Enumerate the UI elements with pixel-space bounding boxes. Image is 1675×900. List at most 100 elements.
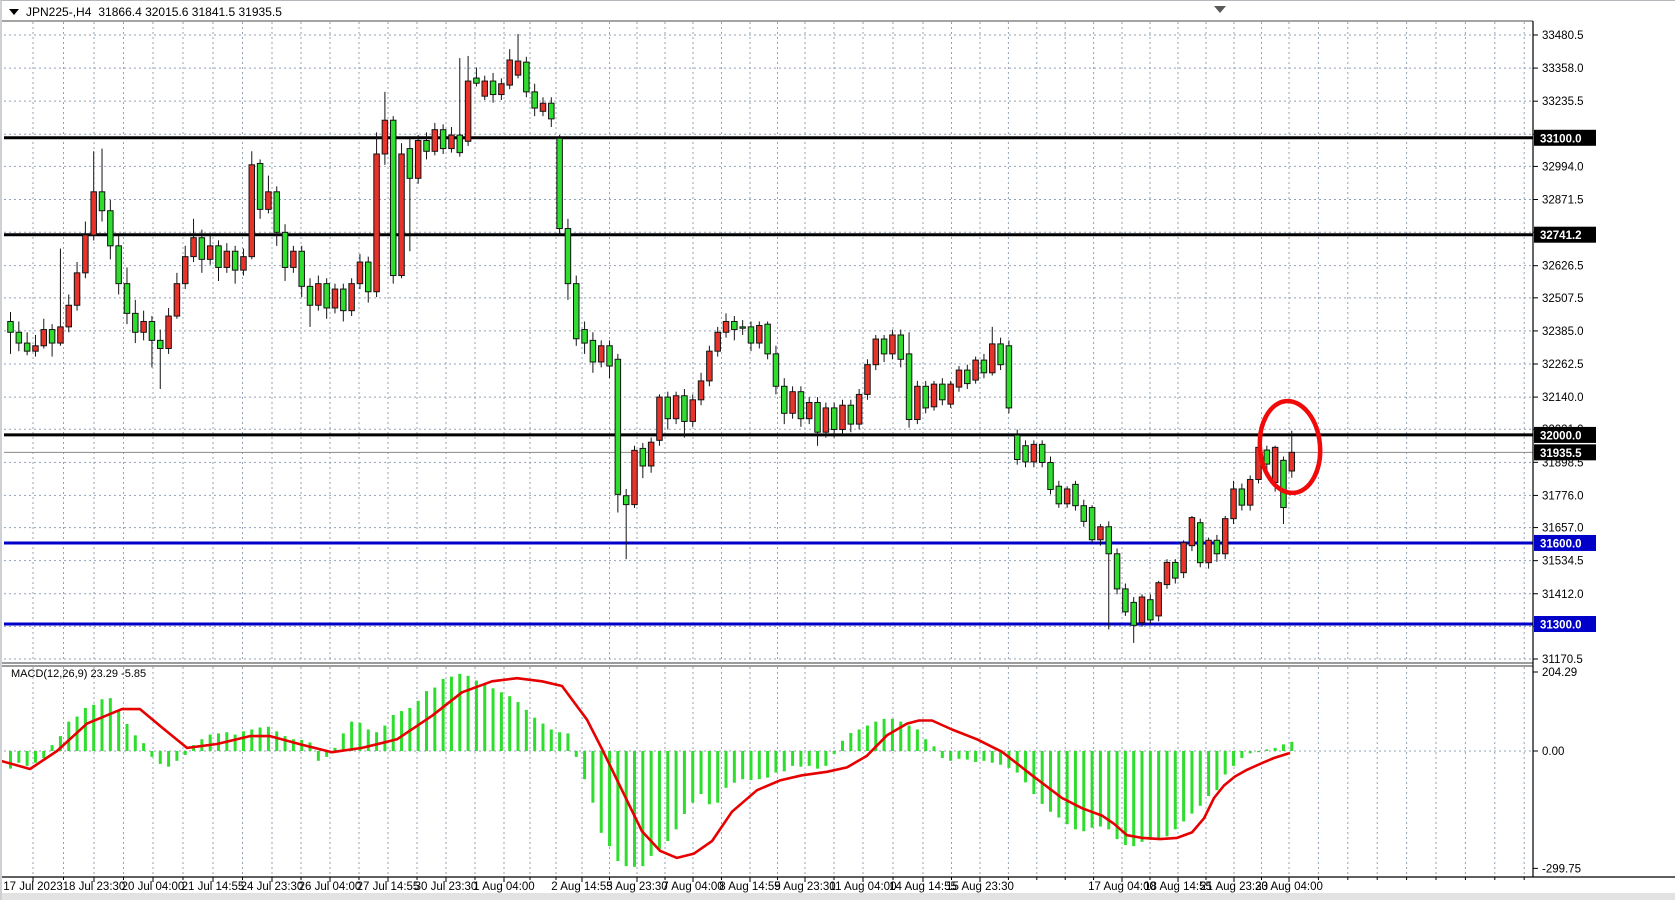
- macd-histogram-bar: [1182, 751, 1185, 821]
- candle-down: [549, 103, 555, 119]
- macd-histogram-bar: [550, 729, 553, 751]
- price-tick-label: 32507.5: [1542, 293, 1584, 305]
- macd-histogram-bar: [966, 751, 969, 760]
- candle-up: [915, 386, 921, 419]
- candle-down: [1089, 508, 1095, 540]
- macd-histogram-bar: [1249, 751, 1252, 753]
- time-axis-label: 1 Aug 04:00: [473, 881, 534, 893]
- grid: [4, 22, 1533, 876]
- candle-down: [49, 330, 55, 344]
- candle-down: [906, 354, 912, 420]
- candle-down: [815, 403, 821, 433]
- candle-down: [257, 163, 263, 209]
- candle-up: [931, 384, 937, 407]
- time-axis-label: 15 Aug 23:30: [946, 881, 1014, 893]
- candle-down: [116, 246, 122, 284]
- price-tick-label: 33235.5: [1542, 96, 1584, 108]
- candle-down: [440, 130, 446, 149]
- candle-down: [1123, 589, 1129, 612]
- annotations[interactable]: [1256, 399, 1324, 496]
- ohlc-values: 31866.4 32015.6 31841.5 31935.5: [98, 5, 282, 19]
- macd-histogram-bar: [142, 743, 145, 751]
- candle-down: [665, 397, 671, 419]
- macd-histogram-bar: [841, 741, 844, 751]
- price-tick-label: 32385.0: [1542, 326, 1584, 338]
- candle-down: [848, 405, 854, 424]
- macd-histogram-bar: [150, 751, 153, 757]
- candle-down: [981, 360, 987, 373]
- candle-down: [158, 340, 164, 348]
- candle-down: [16, 332, 22, 343]
- macd-histogram-bar: [383, 726, 386, 751]
- candle-down: [524, 62, 530, 92]
- candle-up: [249, 165, 255, 257]
- macd-histogram-bar: [84, 708, 87, 751]
- macd-histogram-bar: [566, 733, 569, 751]
- horizontal-level-lines[interactable]: [4, 138, 1533, 624]
- candle-down: [282, 232, 288, 267]
- candles[interactable]: [8, 34, 1295, 643]
- price-tick-label: 32626.5: [1542, 261, 1584, 273]
- macd-histogram-bar: [933, 746, 936, 751]
- candle-up: [58, 327, 64, 343]
- candle-down: [108, 211, 114, 246]
- time-axis-label: 18 Jul 23:30: [63, 881, 126, 893]
- macd-panel[interactable]: [2, 674, 1293, 867]
- candle-down: [490, 81, 496, 95]
- macd-histogram-bar: [517, 702, 520, 751]
- candle-down: [557, 138, 563, 228]
- candle-down: [324, 284, 330, 308]
- macd-histogram-bar: [908, 726, 911, 751]
- candle-up: [449, 135, 455, 149]
- macd-histogram-bar: [1274, 748, 1277, 751]
- macd-signal-line: [2, 678, 1289, 858]
- time-axis-label: 20 Jul 04:00: [122, 881, 185, 893]
- candle-down: [1114, 554, 1120, 589]
- macd-histogram-bar: [733, 751, 736, 783]
- candle-down: [1023, 446, 1029, 462]
- macd-histogram-bar: [866, 726, 869, 751]
- time-axis-label: 3 Aug 23:30: [606, 881, 667, 893]
- macd-histogram-bar: [849, 733, 852, 751]
- highlight-circle-annotation[interactable]: [1256, 399, 1324, 496]
- macd-histogram-bar: [1224, 751, 1227, 774]
- candle-down: [1073, 484, 1079, 505]
- candle-down: [1173, 562, 1179, 578]
- macd-histogram-bar: [209, 735, 212, 751]
- candle-up: [174, 284, 180, 316]
- candle-up: [1189, 518, 1195, 546]
- macd-histogram-bar: [683, 751, 686, 814]
- price-tick-label: 31534.5: [1542, 556, 1584, 568]
- candle-up: [291, 251, 297, 267]
- candle-up: [33, 346, 39, 351]
- macd-histogram-bar: [450, 677, 453, 751]
- macd-histogram-bar: [317, 751, 320, 761]
- candle-up: [66, 305, 72, 327]
- price-tick-label: 32994.0: [1542, 161, 1584, 173]
- chart-canvas[interactable]: 33480.533358.033235.533113.032994.032871…: [2, 1, 1675, 900]
- macd-histogram-bar: [666, 751, 669, 841]
- time-axis-label: 30 Jul 23:30: [415, 881, 478, 893]
- macd-histogram-bar: [492, 688, 495, 751]
- candle-down: [898, 335, 904, 359]
- candle-up: [83, 235, 89, 273]
- candle-up: [374, 154, 380, 292]
- macd-histogram-bar: [234, 735, 237, 751]
- candle-down: [1264, 450, 1270, 464]
- price-tick-label: 32262.5: [1542, 359, 1584, 371]
- macd-tick-label: 0.00: [1542, 746, 1564, 758]
- price-axis[interactable]: 33480.533358.033235.533113.032994.032871…: [1533, 30, 1596, 875]
- candle-down: [1214, 540, 1220, 554]
- macd-histogram-bar: [42, 751, 45, 758]
- macd-histogram-bar: [109, 698, 112, 751]
- chart-shift-marker-icon[interactable]: [1214, 6, 1226, 13]
- candle-down: [565, 229, 571, 284]
- macd-histogram-bar: [1049, 751, 1052, 812]
- symbol-dropdown-icon[interactable]: [9, 9, 19, 15]
- candle-down: [1081, 506, 1087, 522]
- time-axis[interactable]: 17 Jul 202318 Jul 23:3020 Jul 04:0021 Ju…: [3, 877, 1524, 893]
- candle-down: [582, 330, 588, 344]
- candle-down: [1198, 523, 1204, 563]
- macd-histogram-bar: [34, 751, 37, 763]
- macd-histogram-bar: [458, 674, 461, 751]
